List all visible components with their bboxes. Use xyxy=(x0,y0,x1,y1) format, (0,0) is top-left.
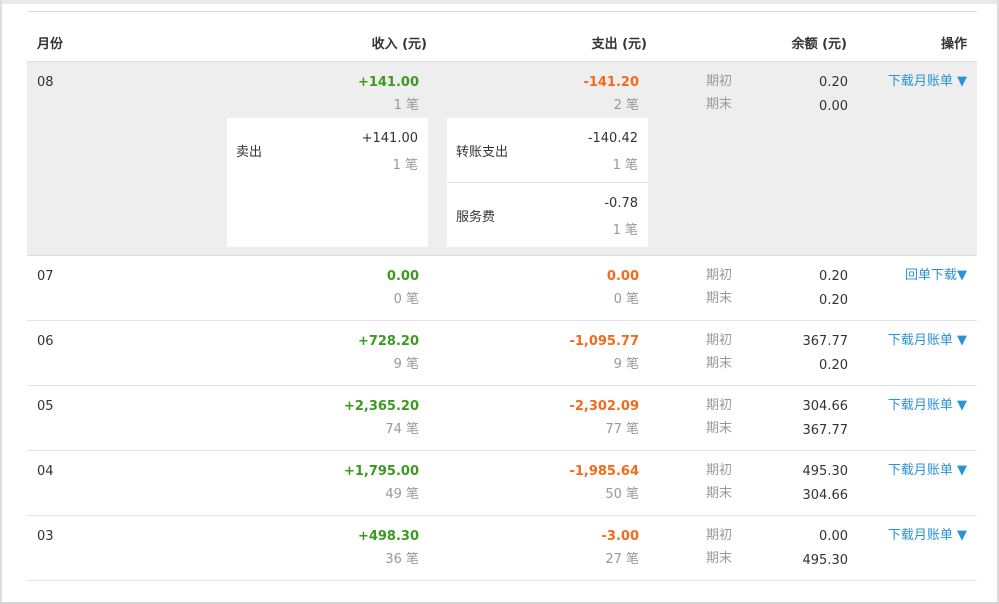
expense-amount: 0.00 xyxy=(606,269,639,284)
download-statement-link[interactable]: 下载月账单 ▼ xyxy=(888,333,967,349)
table-row[interactable]: 06 +728.20 9 笔 -1,095.77 9 笔 期初 期末 367.7… xyxy=(27,321,977,386)
month-cell: 08 xyxy=(37,75,54,90)
header-balance: 余额 (元) xyxy=(791,37,847,52)
table-row[interactable]: 03 +498.30 36 笔 -3.00 27 笔 期初 期末 0.00 49… xyxy=(27,516,977,581)
month-cell: 03 xyxy=(37,529,54,544)
income-count: 36 笔 xyxy=(385,552,419,567)
table-header: 月份 收入 (元) 支出 (元) 余额 (元) 操作 xyxy=(27,12,977,62)
expense-count: 50 笔 xyxy=(605,487,639,502)
balance-begin-label: 期初 xyxy=(706,333,733,348)
balance-end-label: 期末 xyxy=(706,291,733,306)
download-statement-link[interactable]: 下载月账单 ▼ xyxy=(888,74,967,90)
income-count: 74 笔 xyxy=(385,422,419,437)
balance-end-label: 期末 xyxy=(706,486,733,501)
balance-begin-label: 期初 xyxy=(706,74,733,89)
expense-amount: -141.20 xyxy=(583,75,639,90)
breakdown-count: 1 笔 xyxy=(612,223,638,238)
balance-end-label: 期末 xyxy=(706,356,733,371)
balance-begin-label: 期初 xyxy=(706,398,733,413)
month-cell: 05 xyxy=(37,399,54,414)
income-breakdown-card: 卖出 +141.00 1 笔 xyxy=(227,118,428,247)
header-action: 操作 xyxy=(940,37,967,52)
balance-end-value: 0.20 xyxy=(819,293,848,308)
download-statement-link[interactable]: 下载月账单 ▼ xyxy=(888,398,967,414)
window-top-edge xyxy=(0,0,999,4)
month-cell: 06 xyxy=(37,334,54,349)
income-count: 0 笔 xyxy=(393,292,419,307)
expense-amount: -1,095.77 xyxy=(569,334,639,349)
breakdown-count: 1 笔 xyxy=(612,158,638,173)
table-row-expanded[interactable]: 08 +141.00 1 笔 -141.20 2 笔 期初 期末 0.20 0.… xyxy=(27,62,977,256)
expense-count: 2 笔 xyxy=(613,98,639,113)
breakdown-amount: +141.00 xyxy=(361,131,418,146)
balance-begin-label: 期初 xyxy=(706,268,733,283)
income-amount: +728.20 xyxy=(357,334,419,349)
download-statement-link[interactable]: 下载月账单 ▼ xyxy=(888,528,967,544)
month-cell: 04 xyxy=(37,464,54,479)
balance-end-label: 期末 xyxy=(706,97,733,112)
breakdown-label: 卖出 xyxy=(236,145,263,160)
balance-begin-value: 304.66 xyxy=(802,399,849,414)
balance-begin-value: 0.20 xyxy=(819,269,848,284)
expense-breakdown-item: 服务费 -0.78 1 笔 xyxy=(447,182,648,247)
expense-count: 77 笔 xyxy=(605,422,639,437)
breakdown-label: 服务费 xyxy=(456,210,496,225)
balance-begin-value: 0.00 xyxy=(819,529,848,544)
expense-amount: -3.00 xyxy=(601,529,639,544)
balance-end-label: 期末 xyxy=(706,421,733,436)
expense-count: 27 笔 xyxy=(605,552,639,567)
header-expense: 支出 (元) xyxy=(591,37,647,52)
header-month: 月份 xyxy=(37,37,64,52)
balance-begin-label: 期初 xyxy=(706,528,733,543)
expense-count: 0 笔 xyxy=(613,292,639,307)
income-breakdown-item: 卖出 +141.00 1 笔 xyxy=(227,118,428,182)
breakdown-amount: -140.42 xyxy=(587,131,638,146)
expense-breakdown-card: 转账支出 -140.42 1 笔 服务费 -0.78 1 笔 xyxy=(447,118,648,247)
table-row[interactable]: 05 +2,365.20 74 笔 -2,302.09 77 笔 期初 期末 3… xyxy=(27,386,977,451)
balance-end-value: 0.20 xyxy=(819,358,848,373)
balance-end-value: 495.30 xyxy=(802,553,849,568)
expense-count: 9 笔 xyxy=(613,357,639,372)
income-amount: +498.30 xyxy=(357,529,419,544)
month-cell: 07 xyxy=(37,269,54,284)
balance-begin-value: 495.30 xyxy=(802,464,849,479)
window-left-edge xyxy=(0,0,2,604)
table-row[interactable]: 04 +1,795.00 49 笔 -1,985.64 50 笔 期初 期末 4… xyxy=(27,451,977,516)
expense-breakdown-item: 转账支出 -140.42 1 笔 xyxy=(447,118,648,182)
balance-end-label: 期末 xyxy=(706,551,733,566)
breakdown-label: 转账支出 xyxy=(456,145,509,160)
breakdown-count: 1 笔 xyxy=(392,158,418,173)
download-statement-link[interactable]: 下载月账单 ▼ xyxy=(888,463,967,479)
monthly-statement-table: 月份 收入 (元) 支出 (元) 余额 (元) 操作 08 +141.00 1 … xyxy=(27,11,977,581)
balance-end-value: 304.66 xyxy=(802,488,849,503)
download-receipt-link[interactable]: 回单下载▼ xyxy=(905,268,967,284)
balance-begin-value: 0.20 xyxy=(819,75,848,90)
income-count: 9 笔 xyxy=(393,357,419,372)
income-count: 1 笔 xyxy=(393,98,419,113)
balance-end-value: 0.00 xyxy=(819,99,848,114)
balance-begin-value: 367.77 xyxy=(802,334,849,349)
income-amount: +1,795.00 xyxy=(343,464,419,479)
income-amount: 0.00 xyxy=(386,269,419,284)
table-row[interactable]: 07 0.00 0 笔 0.00 0 笔 期初 期末 0.20 0.20 回单下… xyxy=(27,256,977,321)
breakdown-amount: -0.78 xyxy=(604,196,638,211)
balance-begin-label: 期初 xyxy=(706,463,733,478)
income-amount: +2,365.20 xyxy=(343,399,419,414)
expense-amount: -1,985.64 xyxy=(569,464,639,479)
balance-end-value: 367.77 xyxy=(802,423,849,438)
income-count: 49 笔 xyxy=(385,487,419,502)
income-amount: +141.00 xyxy=(357,75,419,90)
header-income: 收入 (元) xyxy=(371,37,427,52)
expense-amount: -2,302.09 xyxy=(569,399,639,414)
